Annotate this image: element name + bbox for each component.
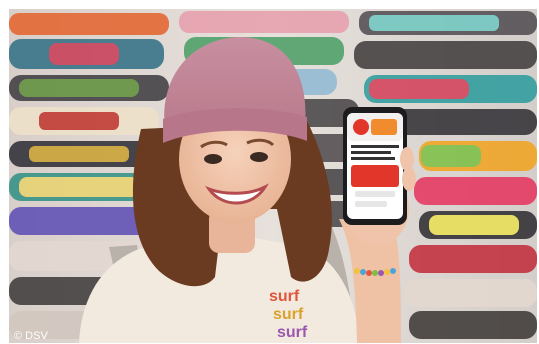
shirt-text-1: surf — [269, 288, 300, 305]
photo-credit: © DSV — [14, 330, 48, 342]
shirt-text-3: surf — [277, 324, 308, 341]
right-eye — [250, 152, 268, 162]
smartphone — [343, 107, 407, 225]
photo-illustration: surf surf surf — [9, 9, 537, 343]
phone-screen-card — [351, 165, 399, 187]
shirt-text-2: surf — [273, 306, 304, 323]
photo: surf surf surf — [9, 9, 537, 343]
left-eye — [204, 154, 222, 164]
photo-frame: surf surf surf © DSV — [0, 0, 539, 344]
